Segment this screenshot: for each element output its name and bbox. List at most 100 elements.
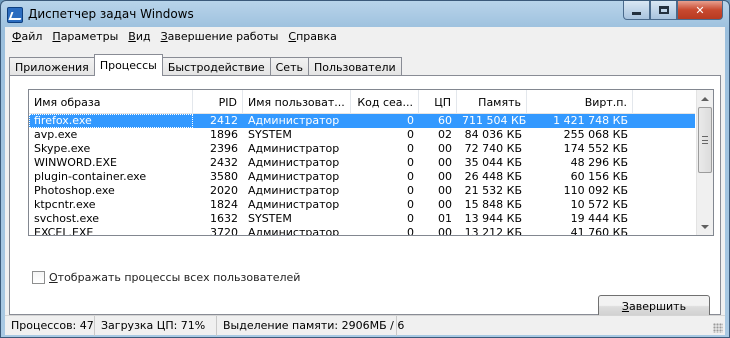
maximize-icon [658,6,669,14]
cell-user-name: Администратор [248,226,340,236]
column-header-session-id[interactable]: Код сеа... [351,90,419,114]
cell-memory: 21 532 КБ [464,184,522,197]
cell-memory: 13 944 КБ [464,212,522,225]
cell-pid: 2432 [210,156,238,169]
cell-user-name: SYSTEM [248,128,292,141]
menu-help[interactable]: Справка [283,27,341,47]
scroll-up-button[interactable] [697,90,713,107]
cell-cpu: 02 [438,128,452,141]
column-header-cpu[interactable]: ЦП [419,90,457,114]
menu-bar: Файл Параметры Вид Завершение работы Спр… [5,27,725,47]
cell-virtual-memory: 1 421 748 КБ [553,114,628,127]
cell-image-name: firefox.exe [29,114,193,128]
tab-users[interactable]: Пользователи [307,57,402,76]
process-list[interactable]: Имя образа PID Имя пользоват... Код сеа.… [28,89,714,236]
column-header-memory[interactable]: Память [457,90,527,114]
cell-cpu: 00 [438,184,452,197]
cell-cpu: 00 [438,226,452,236]
table-row[interactable]: WINWORD.EXE 2432 Администратор 0 00 35 044 КБ… [29,156,695,170]
cell-memory: 84 036 КБ [464,128,522,141]
cell-pid: 2396 [210,142,238,155]
cell-user-name: SYSTEM [248,212,292,225]
cell-user-name: Администратор [248,198,340,211]
processes-panel: Имя образа PID Имя пользоват... Код сеа.… [9,75,721,334]
cell-memory: 15 848 КБ [464,198,522,211]
cell-cpu: 00 [438,142,452,155]
cell-session-id: 0 [407,198,414,211]
cell-session-id: 0 [407,142,414,155]
cell-memory: 72 740 КБ [464,142,522,155]
resize-grip-icon[interactable] [713,323,723,333]
arrow-down-icon [701,224,709,229]
show-all-users-option[interactable]: Отображать процессы всех пользователей [32,271,300,284]
tab-networking[interactable]: Сеть [269,57,309,76]
status-process-count: Процессов: 47 [5,315,95,336]
close-button[interactable]: ✕ [677,1,723,20]
status-cpu-usage: Загрузка ЦП: 71% [95,315,217,336]
cell-session-id: 0 [407,212,414,225]
tab-performance[interactable]: Быстродействие [161,57,271,76]
table-row[interactable]: EXCEL.EXE 3720 Администратор 0 00 13 212 КБ 41… [29,226,695,236]
tab-processes[interactable]: Процессы [93,54,163,76]
cell-pid: 2020 [210,184,238,197]
table-row[interactable]: ktpcntr.exe 1824 Администратор 0 00 15 848 КБ… [29,198,695,212]
cell-image-name: EXCEL.EXE [34,226,94,236]
table-header: Имя образа PID Имя пользоват... Код сеа.… [29,90,695,114]
table-row[interactable]: Skype.exe 2396 Администратор 0 00 72 740 КБ 17… [29,142,695,156]
table-row[interactable]: avp.exe 1896 SYSTEM 0 02 84 036 КБ 255 068 КБ [29,128,695,142]
status-memory-commit: Выделение памяти: 2906МБ / 6 [217,315,404,336]
table-row[interactable]: svchost.exe 1632 SYSTEM 0 01 13 944 КБ 19 444 … [29,212,695,226]
cell-pid: 1824 [210,198,238,211]
cell-virtual-memory: 48 296 КБ [570,156,628,169]
cell-pid: 3720 [210,226,238,236]
show-all-users-label: Отображать процессы всех пользователей [49,271,301,284]
cell-memory: 13 212 КБ [464,226,522,236]
cell-memory: 711 504 КБ [462,114,527,127]
vertical-scrollbar[interactable] [696,90,713,235]
cell-memory: 26 448 КБ [464,170,522,183]
column-header-pid[interactable]: PID [193,90,243,114]
minimize-icon [632,11,641,15]
cell-pid: 1632 [210,212,238,225]
cell-session-id: 0 [407,184,414,197]
cell-image-name: avp.exe [34,128,78,141]
scrollbar-thumb[interactable] [698,107,712,173]
cell-image-name: ktpcntr.exe [34,198,96,211]
table-row[interactable]: plugin-container.exe 3580 Администратор 0 00… [29,170,695,184]
cell-user-name: Администратор [248,170,340,183]
menu-shutdown[interactable]: Завершение работы [156,27,284,47]
cell-virtual-memory: 255 068 КБ [563,128,628,141]
menu-file[interactable]: Файл [7,27,47,47]
minimize-button[interactable] [623,1,650,20]
scroll-down-button[interactable] [697,218,713,235]
tab-applications[interactable]: Приложения [9,57,95,76]
table-row[interactable]: firefox.exe 2412 Администратор 0 60 711 504 К… [29,114,695,128]
cell-session-id: 0 [407,170,414,183]
menu-options[interactable]: Параметры [47,27,123,47]
show-all-users-checkbox[interactable] [32,271,45,284]
cell-session-id: 0 [407,114,414,127]
table-body: firefox.exe 2412 Администратор 0 60 711 504 К… [29,114,695,236]
title-bar[interactable]: Диспетчер задач Windows ✕ [1,1,729,29]
cell-virtual-memory: 60 156 КБ [570,170,628,183]
grip-icon [702,136,708,144]
window-controls: ✕ [623,1,723,20]
table-row[interactable]: Photoshop.exe 2020 Администратор 0 00 21 532 … [29,184,695,198]
tab-strip: Приложения Процессы Быстродействие Сеть … [9,54,402,76]
cell-session-id: 0 [407,156,414,169]
cell-user-name: Администратор [248,114,340,127]
cell-cpu: 60 [438,114,452,127]
cell-user-name: Администратор [248,142,340,155]
close-icon: ✕ [695,3,705,17]
client-area: Файл Параметры Вид Завершение работы Спр… [5,27,725,336]
column-header-user-name[interactable]: Имя пользоват... [243,90,351,114]
cell-image-name: WINWORD.EXE [34,156,117,169]
column-header-image-name[interactable]: Имя образа [29,90,193,114]
menu-view[interactable]: Вид [123,27,155,47]
cell-user-name: Администратор [248,184,340,197]
column-header-virtual-memory[interactable]: Вирт.п. [527,90,633,114]
cell-session-id: 0 [407,226,414,236]
cell-pid: 1896 [210,128,238,141]
cell-image-name: plugin-container.exe [34,170,147,183]
maximize-button[interactable] [650,1,677,20]
